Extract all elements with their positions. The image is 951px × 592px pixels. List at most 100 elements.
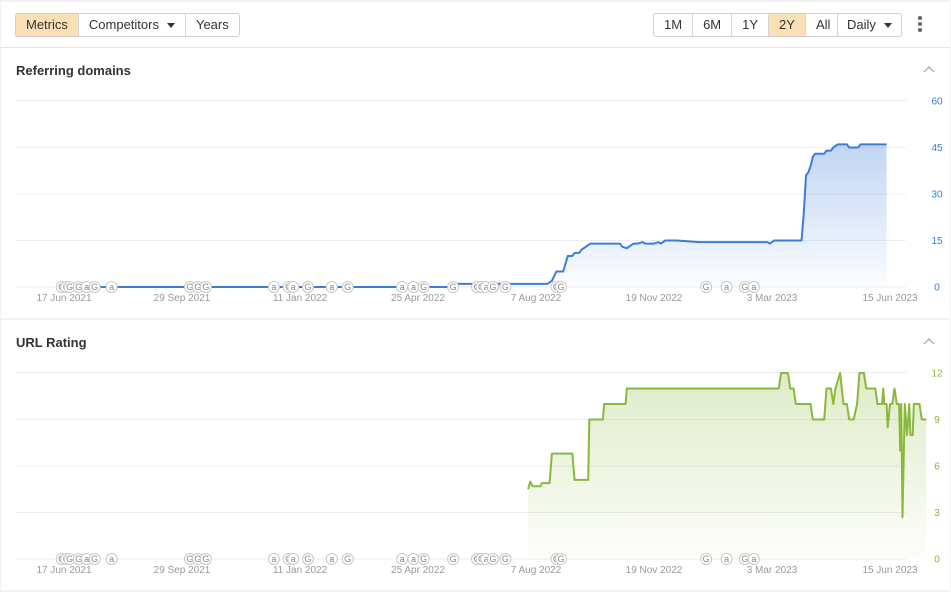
google-update-icon[interactable]: G — [341, 281, 354, 293]
svg-text:G: G — [66, 282, 73, 292]
ahrefs-annotation-icon[interactable]: a — [105, 281, 118, 293]
x-tick-label: 25 Apr 2022 — [391, 565, 445, 576]
ahrefs-annotation-icon[interactable]: a — [747, 553, 760, 565]
svg-text:G: G — [420, 282, 427, 292]
google-update-icon[interactable]: G — [447, 553, 460, 565]
google-update-icon[interactable]: G — [341, 553, 354, 565]
svg-text:a: a — [329, 554, 334, 564]
x-tick-label: 3 Mar 2023 — [747, 565, 798, 576]
svg-text:a: a — [291, 282, 296, 292]
svg-text:G: G — [489, 282, 496, 292]
svg-text:a: a — [411, 282, 416, 292]
google-update-icon[interactable]: G — [301, 281, 314, 293]
svg-text:G: G — [304, 282, 311, 292]
interval-select[interactable]: Daily — [837, 13, 902, 37]
range-1m-button[interactable]: 1M — [654, 14, 693, 36]
y-tick-label: 45 — [931, 143, 943, 154]
ahrefs-annotation-icon[interactable]: a — [267, 553, 280, 565]
google-update-icon[interactable]: G — [417, 553, 430, 565]
series-area — [60, 144, 887, 287]
ahrefs-annotation-icon[interactable]: a — [407, 553, 420, 565]
ahrefs-annotation-icon[interactable]: a — [720, 281, 733, 293]
google-update-icon[interactable]: G — [301, 553, 314, 565]
url-rating-section: URL Rating 036912GGGGaGaGGGaGaGaGaaGGGGa… — [1, 320, 950, 590]
ahrefs-annotation-icon[interactable]: a — [105, 553, 118, 565]
tab-metrics-label: Metrics — [26, 17, 68, 32]
y-tick-label: 3 — [934, 508, 940, 519]
caret-down-icon — [883, 23, 892, 29]
google-update-icon[interactable]: G — [486, 553, 499, 565]
tab-years-label: Years — [195, 17, 229, 32]
svg-text:G: G — [703, 282, 710, 292]
google-update-icon[interactable]: G — [700, 281, 713, 293]
google-update-icon[interactable]: G — [88, 553, 101, 565]
svg-text:a: a — [724, 554, 729, 564]
google-update-icon[interactable]: G — [554, 281, 567, 293]
y-tick-label: 0 — [934, 283, 940, 294]
toolbar: Metrics Competitors Years 1M 6M 1Y 2Y Al… — [1, 2, 950, 48]
range-2y-button[interactable]: 2Y — [768, 14, 805, 36]
range-selector: 1M 6M 1Y 2Y All — [653, 13, 842, 37]
y-tick-label: 0 — [934, 555, 940, 566]
svg-text:G: G — [202, 282, 209, 292]
svg-text:G: G — [202, 554, 209, 564]
svg-text:G: G — [703, 554, 710, 564]
y-tick-label: 12 — [931, 369, 943, 380]
google-update-icon[interactable]: G — [199, 553, 212, 565]
svg-text:G: G — [91, 282, 98, 292]
google-update-icon[interactable]: G — [499, 281, 512, 293]
x-tick-label: 7 Aug 2022 — [511, 293, 562, 304]
svg-text:G: G — [502, 282, 509, 292]
svg-text:G: G — [489, 554, 496, 564]
range-6m-button[interactable]: 6M — [692, 14, 732, 36]
google-update-icon[interactable]: G — [417, 281, 430, 293]
ahrefs-annotation-icon[interactable]: a — [747, 281, 760, 293]
ahrefs-annotation-icon[interactable]: a — [325, 281, 338, 293]
tab-competitors[interactable]: Competitors — [77, 14, 185, 36]
x-tick-label: 15 Jun 2023 — [862, 293, 917, 304]
x-tick-label: 11 Jan 2022 — [273, 565, 328, 576]
tab-competitors-label: Competitors — [88, 17, 159, 32]
caret-down-icon — [166, 23, 175, 29]
google-update-icon[interactable]: G — [554, 553, 567, 565]
svg-text:G: G — [557, 282, 564, 292]
range-all-button[interactable]: All — [804, 14, 841, 36]
ahrefs-annotation-icon[interactable]: a — [267, 281, 280, 293]
tab-metrics[interactable]: Metrics — [16, 14, 78, 36]
y-tick-label: 15 — [931, 236, 943, 247]
ahrefs-annotation-icon[interactable]: a — [720, 553, 733, 565]
svg-text:a: a — [724, 282, 729, 292]
x-tick-label: 19 Nov 2022 — [626, 565, 683, 576]
svg-text:a: a — [109, 554, 114, 564]
ahrefs-annotation-icon[interactable]: a — [396, 281, 409, 293]
google-update-icon[interactable]: G — [700, 553, 713, 565]
ahrefs-annotation-icon[interactable]: a — [396, 553, 409, 565]
google-update-icon[interactable]: G — [199, 281, 212, 293]
svg-text:G: G — [344, 282, 351, 292]
ahrefs-annotation-icon[interactable]: a — [407, 281, 420, 293]
x-tick-label: 17 Jun 2021 — [36, 293, 91, 304]
google-update-icon[interactable]: G — [499, 553, 512, 565]
y-tick-label: 30 — [931, 190, 943, 201]
range-1y-button[interactable]: 1Y — [731, 14, 769, 36]
interval-select-value: Daily — [847, 17, 876, 32]
url-rating-chart: 036912GGGGaGaGGGaGaGaGaaGGGGaGGGGGaGa17 … — [15, 369, 943, 576]
kebab-vertical-icon[interactable] — [914, 15, 926, 35]
svg-text:a: a — [109, 282, 114, 292]
svg-text:a: a — [751, 554, 756, 564]
svg-text:G: G — [66, 554, 73, 564]
x-tick-label: 29 Sep 2021 — [154, 293, 211, 304]
svg-text:a: a — [400, 282, 405, 292]
x-tick-label: 11 Jan 2022 — [273, 293, 328, 304]
svg-text:G: G — [91, 554, 98, 564]
svg-text:a: a — [84, 282, 89, 292]
ahrefs-annotation-icon[interactable]: a — [325, 553, 338, 565]
svg-text:a: a — [271, 554, 276, 564]
ahrefs-annotation-icon[interactable]: a — [287, 281, 300, 293]
x-tick-label: 17 Jun 2021 — [36, 565, 91, 576]
ahrefs-annotation-icon[interactable]: a — [287, 553, 300, 565]
google-update-icon[interactable]: G — [486, 281, 499, 293]
google-update-icon[interactable]: G — [447, 281, 460, 293]
tab-years[interactable]: Years — [184, 14, 239, 36]
google-update-icon[interactable]: G — [88, 281, 101, 293]
